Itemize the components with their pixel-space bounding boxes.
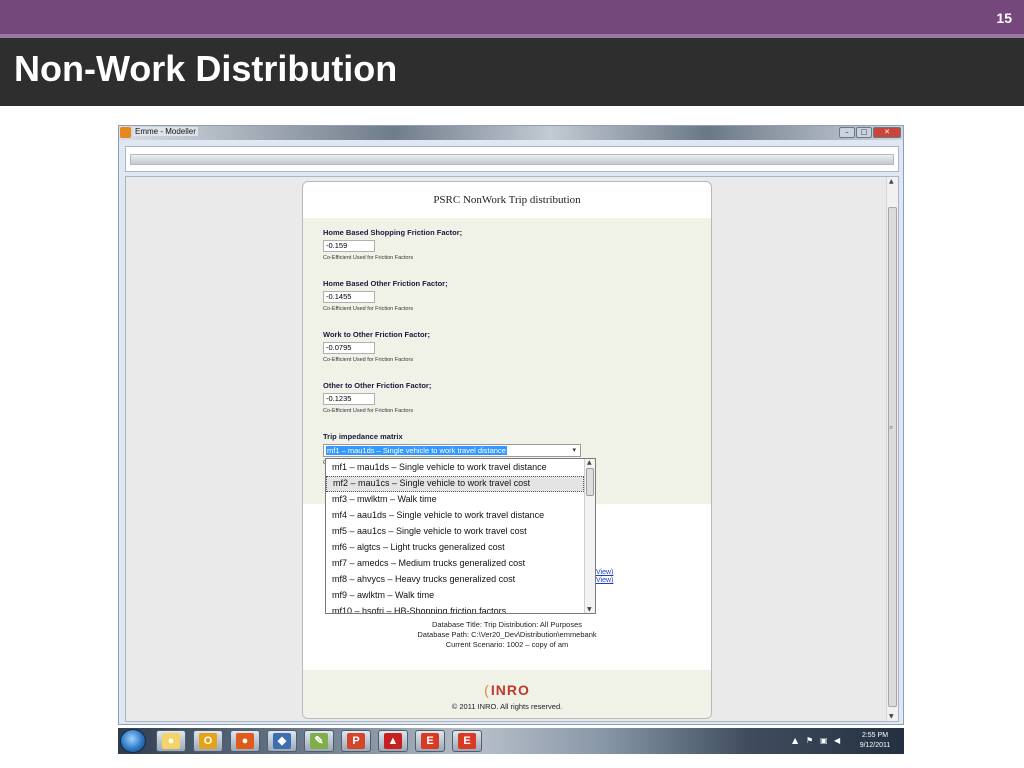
field-label: Home Based Other Friction Factor; xyxy=(323,279,448,288)
document-icon: ✎ xyxy=(310,733,328,749)
scroll-down-icon[interactable]: ▼ xyxy=(587,606,592,613)
slide-number: 15 xyxy=(996,10,1012,26)
field-work-to-other: Work to Other Friction Factor; -0.0795 C… xyxy=(323,330,430,363)
field-help: Co-Efficient Used for Friction Factors xyxy=(323,306,414,312)
toolbar-bar xyxy=(130,154,894,165)
toolbar-frame xyxy=(125,146,899,172)
other-to-other-friction-input[interactable]: -0.1235 xyxy=(323,393,375,405)
view-links: View) View) xyxy=(596,569,613,585)
clock[interactable]: 2:55 PM 9/12/2011 xyxy=(850,731,900,751)
scroll-up-icon[interactable]: ▲ xyxy=(587,459,592,466)
field-hb-other: Home Based Other Friction Factor; -0.145… xyxy=(323,279,448,312)
dropdown-option[interactable]: mf2 – mau1cs – Single vehicle to work tr… xyxy=(326,476,584,492)
field-other-to-other: Other to Other Friction Factor; -0.1235 … xyxy=(323,381,431,414)
logo-arc-icon: ( xyxy=(484,682,490,698)
work-to-other-friction-input[interactable]: -0.0795 xyxy=(323,342,375,354)
dropdown-scrollbar[interactable]: ▲ ▼ xyxy=(584,459,595,613)
field-help: Co-Efficient Used for Friction Factors xyxy=(323,255,414,261)
database-info: Database Title: Trip Distribution: All P… xyxy=(303,620,711,650)
taskbar-button[interactable]: ● xyxy=(156,730,186,752)
field-help: Co-Efficient Used for Friction Factors xyxy=(323,408,414,414)
select-value: mf1 – mau1ds – Single vehicle to work tr… xyxy=(326,446,507,455)
dropdown-option[interactable]: mf10 – hsofri – HB-Shopping friction fac… xyxy=(326,604,584,613)
chevron-up-icon[interactable]: ▲ xyxy=(792,736,798,745)
hb-other-friction-input[interactable]: -0.1455 xyxy=(323,291,375,303)
dropdown-option[interactable]: mf9 – awlktm – Walk time xyxy=(326,588,584,604)
taskbar-button[interactable]: ✎ xyxy=(304,730,334,752)
panel-title: PSRC NonWork Trip distribution xyxy=(433,194,581,206)
dropdown-scroll-thumb[interactable] xyxy=(586,468,594,496)
volume-icon[interactable]: ◀ xyxy=(834,736,840,745)
close-button[interactable]: ✕ xyxy=(873,127,901,138)
minimize-button[interactable]: – xyxy=(839,127,855,138)
scroll-up-icon[interactable]: ▲ xyxy=(889,178,894,185)
window-titlebar[interactable]: Emme - Modeller – □ ✕ xyxy=(119,126,903,140)
chevron-down-icon[interactable]: ▾ xyxy=(572,446,576,454)
taskbar-button[interactable]: E xyxy=(415,730,445,752)
field-hb-shopping: Home Based Shopping Friction Factor; -0.… xyxy=(323,228,462,261)
windows-taskbar: ▲ ⚑ ▣ ◀ 2:55 PM 9/12/2011 ● O ● ◆ ✎ P ▲ E E xyxy=(118,728,904,754)
database-title: Database Title: Trip Distribution: All P… xyxy=(431,620,583,629)
flag-icon[interactable]: ⚑ xyxy=(806,736,813,745)
view-link[interactable]: View) xyxy=(596,569,613,577)
emme-app-icon xyxy=(120,127,131,138)
maximize-button[interactable]: □ xyxy=(856,127,872,138)
system-tray: ▲ ⚑ ▣ ◀ 2:55 PM 9/12/2011 xyxy=(790,728,900,754)
start-button[interactable] xyxy=(120,729,146,753)
dropdown-option[interactable]: mf5 – aau1cs – Single vehicle to work tr… xyxy=(326,524,584,540)
network-icon[interactable]: ▣ xyxy=(820,736,828,745)
field-impedance: Trip impedance matrix xyxy=(323,432,403,441)
dropdown-option[interactable]: mf3 – mwlktm – Walk time xyxy=(326,492,584,508)
network-icon: ◆ xyxy=(273,733,291,749)
taskbar-button[interactable]: O xyxy=(193,730,223,752)
scroll-down-icon[interactable]: ▼ xyxy=(889,713,894,720)
scrollbar-thumb[interactable] xyxy=(888,207,897,707)
impedance-label: Trip impedance matrix xyxy=(323,432,403,441)
firefox-icon: ● xyxy=(236,733,254,749)
powerpoint-icon: P xyxy=(347,733,365,749)
clock-date: 9/12/2011 xyxy=(859,742,891,749)
emme-modeller-window: Emme - Modeller – □ ✕ ▲ ≡ ▼ PSRC NonWork… xyxy=(118,125,904,725)
dropdown-option[interactable]: mf7 – amedcs – Medium trucks generalized… xyxy=(326,556,584,572)
taskbar-button[interactable]: ● xyxy=(230,730,260,752)
emme-icon: E xyxy=(421,733,439,749)
window-controls: – □ ✕ xyxy=(839,127,901,138)
trip-distribution-panel: PSRC NonWork Trip distribution Home Base… xyxy=(302,181,712,719)
field-help: Co-Efficient Used for Friction Factors xyxy=(323,357,414,363)
field-label: Home Based Shopping Friction Factor; xyxy=(323,228,463,237)
taskbar-button[interactable]: E xyxy=(452,730,482,752)
firefox-icon: ● xyxy=(162,733,180,749)
copyright: © 2011 INRO. All rights reserved. xyxy=(451,702,563,711)
taskbar-button[interactable]: ◆ xyxy=(267,730,297,752)
field-label: Work to Other Friction Factor; xyxy=(323,330,430,339)
grip-icon: ≡ xyxy=(889,425,894,431)
hb-shopping-friction-input[interactable]: -0.159 xyxy=(323,240,375,252)
dropdown-option[interactable]: mf6 – algtcs – Light trucks generalized … xyxy=(326,540,584,556)
emme-modeller-icon: E xyxy=(458,733,476,749)
outlook-icon: O xyxy=(199,733,217,749)
content-frame: ▲ ≡ ▼ PSRC NonWork Trip distribution Hom… xyxy=(125,176,899,722)
dropdown-option[interactable]: mf8 – ahvycs – Heavy trucks generalized … xyxy=(326,572,584,588)
taskbar-button[interactable]: ▲ xyxy=(378,730,408,752)
field-label: Other to Other Friction Factor; xyxy=(323,381,432,390)
acrobat-icon: ▲ xyxy=(384,733,402,749)
current-scenario: Current Scenario: 1002 – copy of am xyxy=(445,640,569,649)
slide-header-bar xyxy=(0,0,1024,34)
impedance-matrix-dropdown[interactable]: ▲ ▼ mf1 – mau1ds – Single vehicle to wor… xyxy=(325,458,596,614)
dropdown-option[interactable]: mf4 – aau1ds – Single vehicle to work tr… xyxy=(326,508,584,524)
dropdown-option[interactable]: mf1 – mau1ds – Single vehicle to work tr… xyxy=(326,460,584,476)
database-path: Database Path: C:\Ver20_Dev\Distribution… xyxy=(417,630,597,639)
window-title: Emme - Modeller xyxy=(133,127,198,136)
clock-time: 2:55 PM xyxy=(861,732,889,739)
taskbar-button[interactable]: P xyxy=(341,730,371,752)
impedance-matrix-select[interactable]: mf1 – mau1ds – Single vehicle to work tr… xyxy=(323,444,581,457)
view-link[interactable]: View) xyxy=(596,577,613,585)
slide-title: Non-Work Distribution xyxy=(14,48,398,89)
slide: 15 Non-Work Distribution Emme - Modeller… xyxy=(0,0,1024,768)
inro-logo: (INRO xyxy=(484,682,530,698)
panel-footer: (INRO © 2011 INRO. All rights reserved. xyxy=(303,670,711,718)
content-scrollbar[interactable]: ▲ ≡ ▼ xyxy=(886,177,898,721)
